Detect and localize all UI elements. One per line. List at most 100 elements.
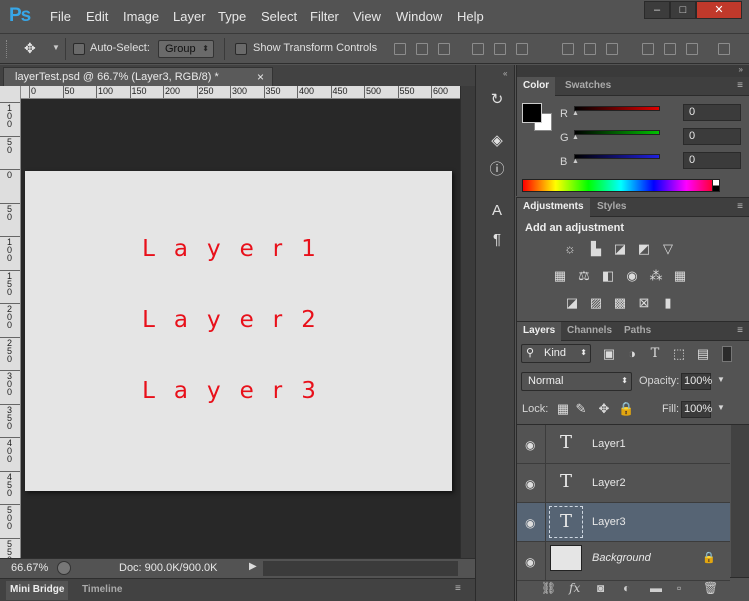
- filter-shape-icon[interactable]: ⬚: [671, 347, 687, 361]
- color-spectrum-ramp[interactable]: [522, 179, 720, 192]
- horizontal-scrollbar[interactable]: [263, 561, 458, 576]
- vertical-scrollbar[interactable]: [460, 86, 475, 558]
- status-menu-arrow-icon[interactable]: ▶: [249, 561, 257, 572]
- character-icon[interactable]: A: [489, 203, 505, 219]
- blend-mode-dropdown[interactable]: Normal ⬍: [521, 372, 632, 391]
- channel-b-input[interactable]: 0: [683, 152, 741, 169]
- foreground-color-swatch[interactable]: [522, 103, 542, 123]
- canvas-text-layer1[interactable]: Layer1: [25, 236, 452, 262]
- gradient-map-icon[interactable]: ▮: [660, 296, 676, 310]
- collapse-arrows-icon[interactable]: »: [739, 65, 743, 74]
- distribute-top-icon[interactable]: [562, 43, 574, 55]
- status-info-icon[interactable]: [57, 561, 71, 575]
- channel-mixer-icon[interactable]: ⁂: [648, 269, 664, 283]
- delete-layer-icon[interactable]: 🗑: [703, 581, 718, 595]
- link-layers-icon[interactable]: ⛓: [541, 581, 556, 595]
- tab-color[interactable]: Color: [517, 77, 556, 96]
- canvas-text-layer2[interactable]: Layer2: [25, 307, 452, 333]
- exposure-icon[interactable]: ◩: [636, 242, 652, 256]
- chevron-down-icon[interactable]: ▼: [717, 403, 725, 412]
- visibility-eye-icon[interactable]: ◉: [525, 477, 535, 491]
- channel-b-slider[interactable]: [574, 154, 660, 159]
- channel-g-slider[interactable]: [574, 130, 660, 135]
- lock-position-icon[interactable]: ✥: [596, 402, 612, 416]
- zoom-level[interactable]: 66.67%: [11, 562, 48, 574]
- visibility-eye-icon[interactable]: ◉: [525, 438, 535, 452]
- tab-timeline[interactable]: Timeline: [78, 581, 126, 600]
- move-tool-icon[interactable]: ✥: [24, 40, 36, 57]
- color-balance-icon[interactable]: ⚖: [576, 269, 592, 283]
- menu-filter[interactable]: Filter: [310, 9, 339, 24]
- layer-row-layer3[interactable]: ◉ T Layer3: [517, 503, 730, 542]
- 3d-icon[interactable]: ◈: [489, 133, 505, 149]
- panel-menu-icon[interactable]: ≡: [737, 80, 743, 91]
- menu-image[interactable]: Image: [123, 9, 159, 24]
- layer-row-background[interactable]: ◉ Background 🔒: [517, 542, 730, 581]
- canvas-text-layer3[interactable]: Layer3: [25, 378, 452, 404]
- tool-preset-chevron-icon[interactable]: ▼: [52, 43, 60, 52]
- menu-edit[interactable]: Edit: [86, 9, 108, 24]
- curves-icon[interactable]: ◪: [612, 242, 628, 256]
- filter-toggle-switch[interactable]: [722, 346, 732, 362]
- tab-layers[interactable]: Layers: [517, 322, 562, 341]
- visibility-eye-icon[interactable]: ◉: [525, 555, 535, 569]
- menu-file[interactable]: File: [50, 9, 71, 24]
- lock-pixels-icon[interactable]: ✎: [573, 402, 589, 416]
- layer-name[interactable]: Layer2: [592, 477, 626, 489]
- layer-name[interactable]: Background: [592, 552, 651, 564]
- tab-swatches[interactable]: Swatches: [559, 77, 617, 96]
- filter-smart-object-icon[interactable]: ▤: [695, 347, 711, 361]
- panel-menu-icon[interactable]: ≡: [737, 201, 743, 212]
- fill-input[interactable]: 100%: [681, 401, 712, 418]
- black-white-icon[interactable]: ◧: [600, 269, 616, 283]
- menu-type[interactable]: Type: [218, 9, 246, 24]
- align-top-icon[interactable]: [394, 43, 406, 55]
- filter-type-icon[interactable]: T: [647, 347, 663, 361]
- auto-select-checkbox[interactable]: [73, 43, 85, 55]
- auto-align-icon[interactable]: [718, 43, 730, 55]
- close-button[interactable]: ✕: [696, 1, 742, 19]
- threshold-icon[interactable]: ▩: [612, 296, 628, 310]
- menu-help[interactable]: Help: [457, 9, 484, 24]
- slider-thumb-icon[interactable]: ▲: [572, 134, 579, 141]
- align-hcenter-icon[interactable]: [494, 43, 506, 55]
- channel-g-input[interactable]: 0: [683, 128, 741, 145]
- collapse-arrows-icon[interactable]: «: [503, 69, 507, 78]
- add-mask-icon[interactable]: ◙: [597, 581, 604, 595]
- layer-row-layer2[interactable]: ◉ T Layer2: [517, 464, 730, 503]
- vibrance-icon[interactable]: ▽: [660, 242, 676, 256]
- paragraph-icon[interactable]: ¶: [489, 232, 505, 248]
- auto-select-dropdown[interactable]: Group ⬍: [158, 40, 214, 58]
- hue-saturation-icon[interactable]: ▦: [552, 269, 568, 283]
- new-layer-icon[interactable]: ▫: [677, 581, 681, 595]
- align-vcenter-icon[interactable]: [416, 43, 428, 55]
- panel-menu-icon[interactable]: ≡: [737, 325, 743, 336]
- new-adjustment-layer-icon[interactable]: ◐: [623, 581, 630, 595]
- visibility-eye-icon[interactable]: ◉: [525, 516, 535, 530]
- align-right-icon[interactable]: [516, 43, 528, 55]
- menu-layer[interactable]: Layer: [173, 9, 206, 24]
- black-white-ramp[interactable]: [712, 179, 720, 192]
- align-left-icon[interactable]: [472, 43, 484, 55]
- photo-filter-icon[interactable]: ◉: [624, 269, 640, 283]
- lock-all-icon[interactable]: 🔒: [618, 402, 634, 416]
- history-icon[interactable]: ↻: [489, 92, 505, 108]
- close-tab-icon[interactable]: ×: [257, 70, 264, 84]
- posterize-icon[interactable]: ▨: [588, 296, 604, 310]
- layer-row-layer1[interactable]: ◉ T Layer1: [517, 425, 730, 464]
- layer-name[interactable]: Layer3: [592, 516, 626, 528]
- document-tab[interactable]: layerTest.psd @ 66.7% (Layer3, RGB/8) * …: [3, 67, 273, 87]
- menu-select[interactable]: Select: [261, 9, 297, 24]
- tab-mini-bridge[interactable]: Mini Bridge: [6, 581, 69, 600]
- slider-thumb-icon[interactable]: ▲: [572, 158, 579, 165]
- distribute-bottom-icon[interactable]: [606, 43, 618, 55]
- lock-transparent-icon[interactable]: ▦: [555, 402, 571, 416]
- brightness-contrast-icon[interactable]: ☼: [562, 242, 578, 256]
- channel-r-slider[interactable]: [574, 106, 660, 111]
- tab-channels[interactable]: Channels: [561, 322, 618, 341]
- layer-style-fx-icon[interactable]: fx: [569, 581, 580, 595]
- opacity-input[interactable]: 100%: [681, 373, 712, 390]
- distribute-hcenter-icon[interactable]: [664, 43, 676, 55]
- filter-adjustment-icon[interactable]: ◑: [624, 347, 640, 361]
- info-icon[interactable]: ⓘ: [489, 162, 505, 178]
